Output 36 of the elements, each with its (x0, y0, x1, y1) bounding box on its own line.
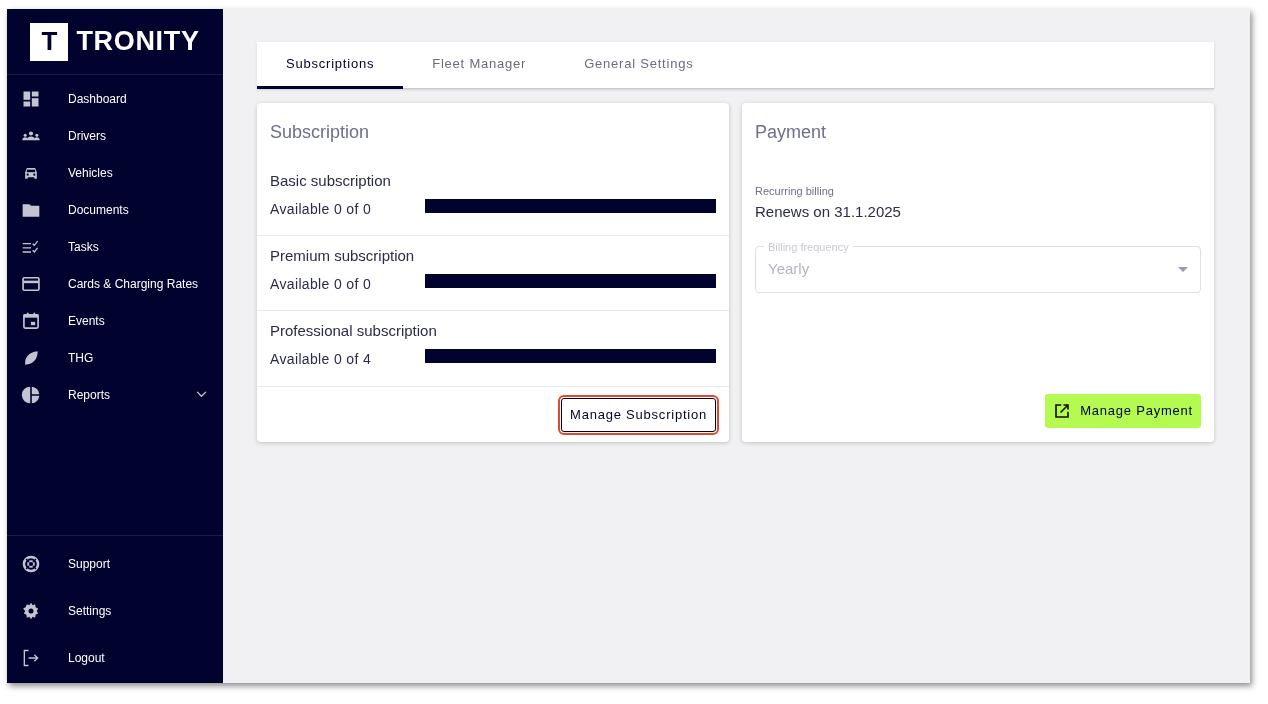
manage-subscription-button[interactable]: Manage Subscription (561, 397, 716, 432)
tab[interactable]: Subscriptions (257, 42, 404, 89)
plan-availability: Available 0 of 0 (270, 274, 372, 294)
manage-payment-button[interactable]: Manage Payment (1045, 394, 1201, 428)
brand-name: TRONITY (76, 25, 200, 59)
external-link-icon (1053, 402, 1072, 420)
logout-icon (21, 647, 41, 668)
billing-renewal-date: Renews on 31.1.2025 (755, 201, 902, 222)
plan-name: Basic subscription (270, 171, 391, 191)
sidebar-item[interactable]: Logout (7, 634, 223, 681)
sidebar-item[interactable]: Vehicles (7, 154, 223, 191)
card-title: Payment (755, 121, 828, 144)
sidebar-item[interactable]: Tasks (7, 228, 223, 265)
sidebar-item[interactable]: Reports (7, 376, 223, 413)
card-title: Subscription (269, 121, 371, 144)
sidebar-item[interactable]: Settings (7, 587, 223, 634)
plan-name: Professional subscription (270, 321, 437, 341)
sidebar-item[interactable]: Events (7, 302, 223, 339)
pie-chart-icon (21, 384, 41, 405)
sidebar-item[interactable]: Documents (7, 191, 223, 228)
dropdown-caret-icon (1178, 267, 1188, 272)
field-label: Recurring billing (755, 184, 835, 199)
logo-icon: T (30, 22, 69, 61)
sidebar-item[interactable]: Support (7, 540, 223, 587)
plan-availability: Available 0 of 0 (270, 199, 372, 219)
tab[interactable]: Fleet Manager (403, 42, 556, 89)
sidebar-item[interactable]: Cards & Charging Rates (7, 265, 223, 302)
plan-name: Premium subscription (270, 246, 415, 266)
sidebar-item[interactable]: Dashboard (7, 80, 223, 117)
sidebar-item[interactable]: Drivers (7, 117, 223, 154)
plan-availability: Available 0 of 4 (270, 349, 372, 369)
calendar-icon (21, 310, 41, 331)
tab[interactable]: General Settings (555, 42, 723, 89)
sidebar-item[interactable]: THG (7, 339, 223, 376)
gear-icon (21, 600, 41, 621)
lifebuoy-icon (21, 553, 41, 574)
